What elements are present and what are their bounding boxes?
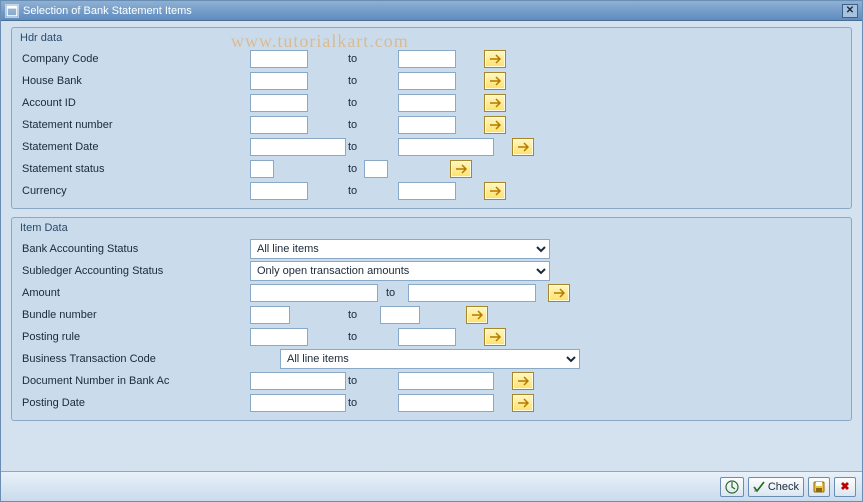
account-id-to-input[interactable]	[398, 94, 456, 112]
label-subledger-status: Subledger Accounting Status	[20, 265, 250, 277]
group-item-title: Item Data	[20, 222, 843, 234]
amount-from-input[interactable]	[250, 284, 378, 302]
row-account-id: Account ID to	[20, 92, 843, 114]
house-bank-to-input[interactable]	[398, 72, 456, 90]
doc-number-from-input[interactable]	[250, 372, 346, 390]
statement-date-to-input[interactable]	[398, 138, 494, 156]
company-code-multiselect-button[interactable]	[484, 50, 506, 68]
label-bundle-number: Bundle number	[20, 309, 250, 321]
company-code-to-input[interactable]	[398, 50, 456, 68]
row-house-bank: House Bank to	[20, 70, 843, 92]
row-company-code: Company Code to	[20, 48, 843, 70]
statement-number-to-input[interactable]	[398, 116, 456, 134]
execute-button[interactable]	[720, 477, 744, 497]
label-posting-date: Posting Date	[20, 397, 250, 409]
check-button[interactable]: Check	[748, 477, 804, 497]
row-statement-number: Statement number to	[20, 114, 843, 136]
doc-number-to-input[interactable]	[398, 372, 494, 390]
label-company-code: Company Code	[20, 53, 250, 65]
row-btc: Business Transaction Code All line items	[20, 348, 843, 370]
label-statement-number: Statement number	[20, 119, 250, 131]
label-house-bank: House Bank	[20, 75, 250, 87]
currency-to-input[interactable]	[398, 182, 456, 200]
label-amount: Amount	[20, 287, 250, 299]
cancel-button[interactable]: ✖	[834, 477, 856, 497]
doc-number-multiselect-button[interactable]	[512, 372, 534, 390]
label-account-id: Account ID	[20, 97, 250, 109]
label-statement-date: Statement Date	[20, 141, 250, 153]
subledger-status-select[interactable]: Only open transaction amounts	[250, 261, 550, 281]
amount-to-input[interactable]	[408, 284, 536, 302]
statement-status-multiselect-button[interactable]	[450, 160, 472, 178]
posting-rule-to-input[interactable]	[398, 328, 456, 346]
row-bank-acct-status: Bank Accounting Status All line items	[20, 238, 843, 260]
statement-number-from-input[interactable]	[250, 116, 308, 134]
group-item-data: Item Data Bank Accounting Status All lin…	[11, 217, 852, 421]
row-doc-number: Document Number in Bank Ac to	[20, 370, 843, 392]
label-statement-status: Statement status	[20, 163, 250, 175]
amount-multiselect-button[interactable]	[548, 284, 570, 302]
dialog-window: Selection of Bank Statement Items ✕ www.…	[0, 0, 863, 502]
row-amount: Amount to	[20, 282, 843, 304]
account-id-from-input[interactable]	[250, 94, 308, 112]
currency-from-input[interactable]	[250, 182, 308, 200]
bank-acct-status-select[interactable]: All line items	[250, 239, 550, 259]
window-title: Selection of Bank Statement Items	[23, 5, 192, 17]
group-hdr-title: Hdr data	[20, 32, 843, 44]
bundle-number-to-input[interactable]	[380, 306, 420, 324]
label-bank-acct-status: Bank Accounting Status	[20, 243, 250, 255]
row-statement-status: Statement status to	[20, 158, 843, 180]
statement-status-from-input[interactable]	[250, 160, 274, 178]
window-close-button[interactable]: ✕	[842, 4, 858, 18]
bundle-number-from-input[interactable]	[250, 306, 290, 324]
house-bank-from-input[interactable]	[250, 72, 308, 90]
row-posting-rule: Posting rule to	[20, 326, 843, 348]
save-button[interactable]	[808, 477, 830, 497]
row-posting-date: Posting Date to	[20, 392, 843, 414]
check-button-label: Check	[768, 481, 799, 493]
row-statement-date: Statement Date to	[20, 136, 843, 158]
statement-number-multiselect-button[interactable]	[484, 116, 506, 134]
group-hdr-data: Hdr data Company Code to House Bank to	[11, 27, 852, 209]
posting-date-from-input[interactable]	[250, 394, 346, 412]
btc-select[interactable]: All line items	[280, 349, 580, 369]
label-posting-rule: Posting rule	[20, 331, 250, 343]
bundle-number-multiselect-button[interactable]	[466, 306, 488, 324]
label-doc-number: Document Number in Bank Ac	[20, 375, 250, 387]
statement-date-from-input[interactable]	[250, 138, 346, 156]
posting-date-multiselect-button[interactable]	[512, 394, 534, 412]
to-label: to	[308, 53, 398, 65]
posting-rule-multiselect-button[interactable]	[484, 328, 506, 346]
posting-date-to-input[interactable]	[398, 394, 494, 412]
dialog-body: Hdr data Company Code to House Bank to	[1, 21, 862, 471]
row-currency: Currency to	[20, 180, 843, 202]
company-code-from-input[interactable]	[250, 50, 308, 68]
statement-status-to-input[interactable]	[364, 160, 388, 178]
titlebar: Selection of Bank Statement Items ✕	[1, 1, 862, 21]
window-icon	[5, 4, 19, 18]
label-currency: Currency	[20, 185, 250, 197]
currency-multiselect-button[interactable]	[484, 182, 506, 200]
footer-toolbar: Check ✖	[1, 471, 862, 501]
row-subledger-status: Subledger Accounting Status Only open tr…	[20, 260, 843, 282]
label-btc: Business Transaction Code	[20, 353, 280, 365]
statement-date-multiselect-button[interactable]	[512, 138, 534, 156]
house-bank-multiselect-button[interactable]	[484, 72, 506, 90]
account-id-multiselect-button[interactable]	[484, 94, 506, 112]
posting-rule-from-input[interactable]	[250, 328, 308, 346]
row-bundle-number: Bundle number to	[20, 304, 843, 326]
